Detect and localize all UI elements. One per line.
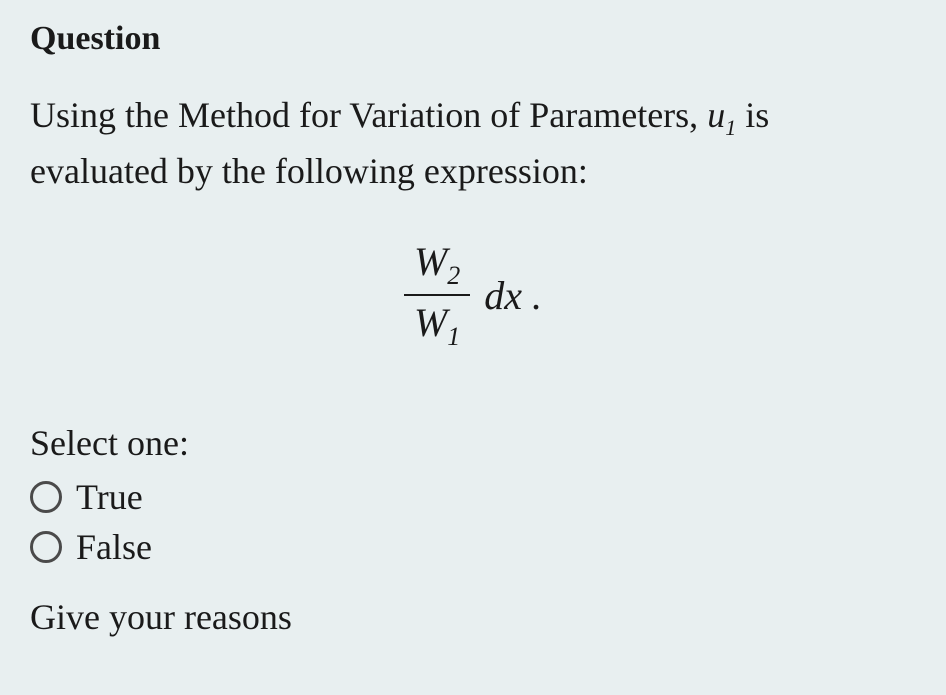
question-part1: Using the Method for Variation of Parame… xyxy=(30,95,707,135)
radio-circle-icon xyxy=(30,481,62,513)
give-reasons-label: Give your reasons xyxy=(30,596,916,638)
question-text: Using the Method for Variation of Parame… xyxy=(30,88,916,198)
var-u-letter: u xyxy=(707,95,725,135)
denominator-var: W xyxy=(414,300,447,345)
radio-circle-icon xyxy=(30,531,62,563)
dx-term: dx . xyxy=(484,273,542,318)
denominator-sub: 1 xyxy=(447,322,460,351)
numerator-sub: 2 xyxy=(447,261,460,290)
fraction-numerator: W2 xyxy=(404,238,470,296)
select-prompt: Select one: xyxy=(30,422,916,464)
radio-option-true[interactable]: True xyxy=(30,476,916,518)
fraction: W2 W1 xyxy=(404,238,470,352)
fraction-denominator: W1 xyxy=(404,296,470,352)
formula-expression: W2 W1 dx . xyxy=(30,238,916,352)
variable-u: u1 xyxy=(707,95,736,135)
question-label: Question xyxy=(30,20,916,58)
radio-option-false[interactable]: False xyxy=(30,526,916,568)
var-u-subscript: 1 xyxy=(725,115,736,140)
numerator-var: W xyxy=(414,239,447,284)
option-label-true: True xyxy=(76,476,143,518)
option-label-false: False xyxy=(76,526,152,568)
